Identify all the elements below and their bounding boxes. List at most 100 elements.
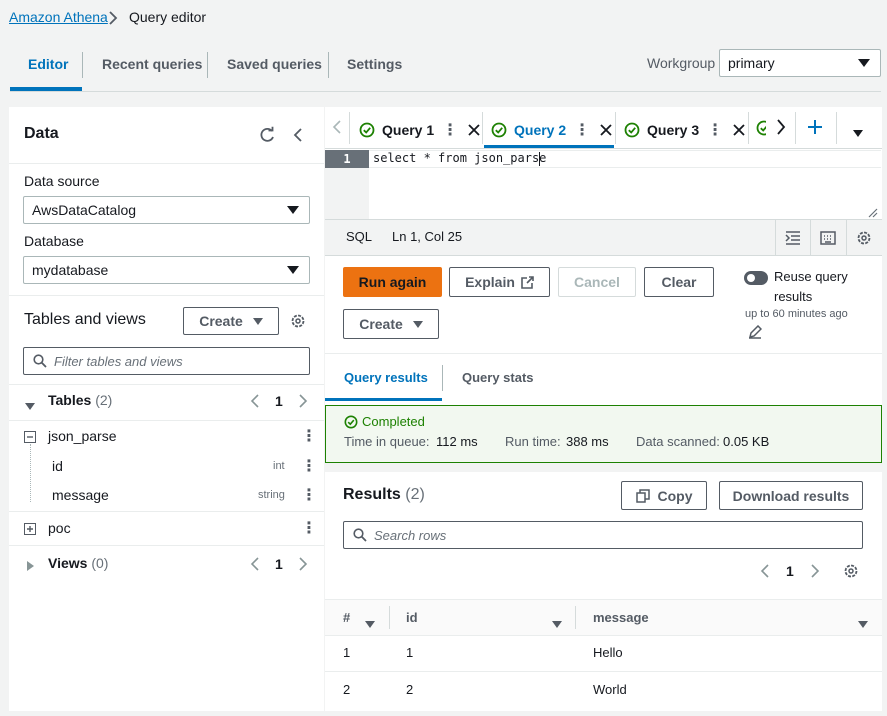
check-circle-icon xyxy=(359,122,375,138)
divider xyxy=(9,420,324,421)
sort-icon[interactable] xyxy=(552,615,562,631)
query-tab-4-partial[interactable] xyxy=(756,120,766,136)
divider xyxy=(775,220,776,255)
collapse-panel-icon[interactable] xyxy=(293,127,303,146)
run-again-button[interactable]: Run again xyxy=(343,267,442,297)
divider xyxy=(846,220,847,255)
reuse-results-label: Reuse query xyxy=(774,269,848,284)
sort-icon[interactable] xyxy=(858,615,868,631)
tables-section-header[interactable]: Tables (2) xyxy=(48,392,112,408)
data-panel-title: Data xyxy=(24,125,59,142)
edit-icon[interactable] xyxy=(748,324,763,342)
time-in-queue-value: 112 ms xyxy=(436,434,478,449)
tab-query-results[interactable]: Query results xyxy=(344,370,428,385)
close-icon[interactable] xyxy=(733,124,745,136)
expand-icon[interactable] xyxy=(24,522,36,538)
download-results-button[interactable]: Download results xyxy=(719,481,863,510)
caret-down-icon xyxy=(287,266,299,274)
time-in-queue-label: Time in queue: xyxy=(344,434,430,449)
active-results-tab-indicator xyxy=(325,398,442,401)
add-tab-icon[interactable] xyxy=(807,119,823,138)
caret-down-icon[interactable] xyxy=(853,124,863,140)
table-item-json-parse[interactable]: json_parse xyxy=(48,428,117,444)
query-tab-3[interactable]: Query 3 ⋮ xyxy=(624,112,745,148)
create-table-button[interactable]: Create xyxy=(183,307,279,335)
chevron-right-icon[interactable] xyxy=(810,564,820,581)
download-results-label: Download results xyxy=(732,487,850,504)
chevron-right-icon[interactable] xyxy=(298,557,308,574)
cancel-label: Cancel xyxy=(574,274,620,290)
column-header-index[interactable]: # xyxy=(343,610,350,625)
refresh-icon[interactable] xyxy=(258,126,276,147)
cell-index: 2 xyxy=(343,682,351,697)
query-tab-2[interactable]: Query 2 ⋮ xyxy=(491,112,612,148)
query-tab-label: Query 2 xyxy=(514,122,567,138)
caret-right-icon[interactable] xyxy=(27,558,34,574)
keyboard-icon[interactable] xyxy=(820,231,836,248)
close-icon[interactable] xyxy=(468,124,480,136)
column-header-id[interactable]: id xyxy=(406,610,418,625)
tab-recent-queries[interactable]: Recent queries xyxy=(102,56,202,72)
tab-settings[interactable]: Settings xyxy=(347,56,402,72)
tables-count: (2) xyxy=(95,392,113,408)
search-icon xyxy=(353,528,367,545)
kebab-menu-icon[interactable]: ⋮ xyxy=(301,456,317,476)
gear-icon[interactable] xyxy=(843,563,859,582)
explain-button[interactable]: Explain xyxy=(449,267,550,297)
data-source-select[interactable]: AwsDataCatalog xyxy=(23,196,310,224)
column-type-message: string xyxy=(258,489,285,501)
chevron-right-icon[interactable] xyxy=(298,394,308,411)
sql-code-editor[interactable]: select * from json_parse xyxy=(373,151,546,165)
query-tab-label: Query 1 xyxy=(382,122,435,138)
chevron-left-icon[interactable] xyxy=(760,564,770,581)
data-source-label: Data source xyxy=(24,173,100,189)
caret-down-icon[interactable] xyxy=(25,397,35,413)
search-rows-input[interactable]: Search rows xyxy=(343,521,863,549)
caret-down-icon xyxy=(412,320,423,328)
breadcrumb-current: Query editor xyxy=(129,9,207,25)
tab-divider xyxy=(82,52,83,78)
check-circle-icon xyxy=(624,122,640,138)
tab-divider xyxy=(328,52,329,78)
kebab-menu-icon[interactable]: ⋮ xyxy=(574,120,590,140)
views-page-number: 1 xyxy=(275,556,283,572)
views-section-header[interactable]: Views (0) xyxy=(48,555,108,571)
query-tab-label: Query 3 xyxy=(647,122,700,138)
divider xyxy=(9,511,324,512)
chevron-left-icon[interactable] xyxy=(332,120,342,137)
kebab-menu-icon[interactable]: ⋮ xyxy=(301,426,317,446)
chevron-right-icon[interactable] xyxy=(776,119,786,138)
format-query-icon[interactable] xyxy=(785,230,801,249)
close-icon[interactable] xyxy=(600,124,612,136)
check-circle-icon xyxy=(756,120,766,136)
kebab-menu-icon[interactable]: ⋮ xyxy=(707,120,723,140)
cancel-button[interactable]: Cancel xyxy=(558,267,636,297)
workgroup-select[interactable]: primary xyxy=(719,49,881,77)
database-select[interactable]: mydatabase xyxy=(23,256,310,284)
chevron-left-icon[interactable] xyxy=(250,557,260,574)
reuse-results-toggle[interactable] xyxy=(744,271,768,285)
sort-icon[interactable] xyxy=(365,615,375,631)
kebab-menu-icon[interactable]: ⋮ xyxy=(301,518,317,538)
gear-icon[interactable] xyxy=(856,230,872,249)
tab-saved-queries[interactable]: Saved queries xyxy=(227,56,322,72)
query-tab-1[interactable]: Query 1 ⋮ xyxy=(359,112,480,148)
copy-button[interactable]: Copy xyxy=(621,481,707,510)
filter-tables-input[interactable]: Filter tables and views xyxy=(23,347,310,375)
breadcrumb-link-athena[interactable]: Amazon Athena xyxy=(9,9,108,25)
tab-editor[interactable]: Editor xyxy=(28,56,68,72)
create-button[interactable]: Create xyxy=(343,309,439,339)
kebab-menu-icon[interactable]: ⋮ xyxy=(301,485,317,505)
run-time-label: Run time: xyxy=(505,434,561,449)
chevron-right-icon xyxy=(108,11,118,28)
search-icon xyxy=(33,354,47,371)
chevron-left-icon[interactable] xyxy=(250,394,260,411)
divider xyxy=(325,353,882,354)
gear-icon[interactable] xyxy=(290,313,306,332)
data-source-value: AwsDataCatalog xyxy=(32,202,137,218)
column-header-message[interactable]: message xyxy=(593,610,649,625)
kebab-menu-icon[interactable]: ⋮ xyxy=(442,120,458,140)
tab-query-stats[interactable]: Query stats xyxy=(462,370,534,385)
table-item-poc[interactable]: poc xyxy=(48,520,71,536)
clear-button[interactable]: Clear xyxy=(644,267,714,297)
